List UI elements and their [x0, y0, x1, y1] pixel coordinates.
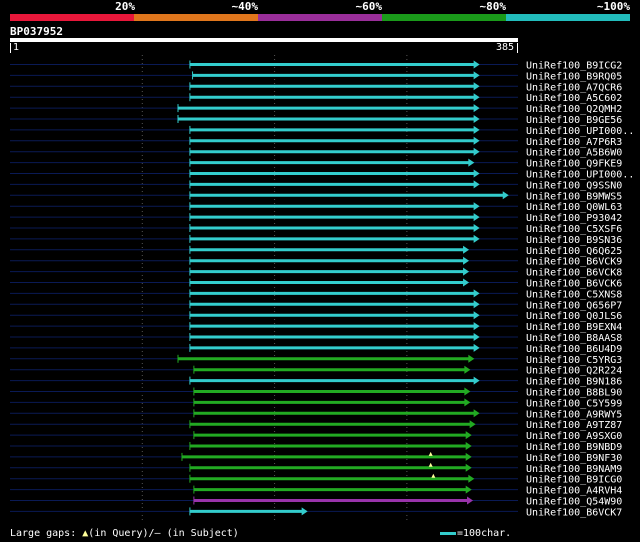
- hit-arrowhead: [468, 354, 475, 363]
- hit-label: UniRef100_B9SN36: [526, 235, 622, 246]
- hit-label: UniRef100_Q2R224: [526, 366, 622, 377]
- scale-label: =100char.: [457, 528, 512, 539]
- hit-label: UniRef100_B6VCK6: [526, 279, 622, 290]
- hit-arrowhead: [463, 245, 470, 254]
- scale-note: =100char.: [440, 528, 511, 540]
- hit-label: UniRef100_B6U4D9: [526, 344, 622, 355]
- hit-arrowhead: [465, 452, 472, 461]
- hit-arrowhead: [465, 431, 472, 440]
- hit-label: UniRef100_B9ICG2: [526, 61, 622, 72]
- hit-arrowhead: [464, 365, 471, 374]
- hit-label: UniRef100_P93042: [526, 213, 622, 224]
- hit-label: UniRef100_B8BL90: [526, 388, 622, 399]
- hit-arrowhead: [473, 333, 480, 341]
- hit-label: UniRef100_Q6Q625: [526, 246, 622, 257]
- hit-arrowhead: [473, 147, 480, 156]
- hit-arrowhead: [463, 267, 470, 276]
- hit-label: UniRef100_Q9SSN0: [526, 180, 622, 191]
- hit-label: UniRef100_C5XNS8: [526, 289, 622, 300]
- in-subject-label: (in Subject): [160, 528, 239, 539]
- hit-arrowhead: [473, 224, 480, 232]
- hit-label: UniRef100_B9NAM9: [526, 464, 622, 475]
- hit-label: UniRef100_B9RQ05: [526, 71, 622, 82]
- hit-arrowhead: [473, 71, 480, 80]
- hit-label: UniRef100_B6VCK8: [526, 268, 622, 279]
- alignment-chart: UniRef100_B9ICG2UniRef100_B9RQ05UniRef10…: [10, 55, 634, 522]
- hit-arrowhead: [473, 136, 480, 145]
- hit-label: UniRef100_A9RWY5: [526, 409, 622, 420]
- hit-label: UniRef100_B9NBD9: [526, 442, 622, 453]
- hit-arrowhead: [473, 60, 480, 69]
- hit-label: UniRef100_C5XSF6: [526, 224, 622, 235]
- gap-marker-icon: [431, 473, 436, 478]
- hit-label: UniRef100_A5B6W0: [526, 148, 622, 159]
- hit-arrowhead: [468, 158, 475, 167]
- hit-arrowhead: [463, 278, 470, 287]
- hit-arrowhead: [463, 256, 470, 265]
- hit-label: UniRef100_A5C602: [526, 93, 622, 104]
- hit-label: UniRef100_Q656P7: [526, 300, 622, 311]
- hit-label: UniRef100_A9SXG0: [526, 431, 622, 442]
- hit-arrowhead: [464, 398, 471, 407]
- hit-arrowhead: [473, 202, 480, 211]
- hit-arrowhead: [467, 496, 474, 505]
- hit-label: UniRef100_Q2QMH2: [526, 104, 622, 115]
- gap-marker-icon: [428, 451, 433, 456]
- hit-label: UniRef100_Q0JLS6: [526, 311, 622, 322]
- hit-label: UniRef100_A7QCR6: [526, 82, 622, 93]
- hit-arrowhead: [502, 191, 509, 200]
- scale-bar-icon: [440, 531, 456, 535]
- hit-arrowhead: [473, 82, 480, 91]
- hit-arrowhead: [473, 376, 480, 385]
- gap-marker-icon: [428, 462, 433, 467]
- hit-arrowhead: [473, 409, 480, 418]
- hit-label: UniRef100_B6VCK7: [526, 507, 622, 518]
- hit-arrowhead: [473, 93, 480, 102]
- hit-label: UniRef100_B6VCK9: [526, 257, 622, 268]
- footer-legend: Large gaps: ▲(in Query)/— (in Subject): [10, 528, 239, 540]
- large-gaps-label: Large gaps:: [10, 528, 77, 539]
- hit-arrowhead: [473, 125, 480, 134]
- hit-label: UniRef100_A7P6R3: [526, 137, 622, 148]
- hit-label: UniRef100_B9N186: [526, 377, 622, 388]
- in-query-label: (in Query)/: [88, 528, 155, 539]
- hit-label: UniRef100_B9ICG0: [526, 475, 622, 486]
- hit-arrowhead: [473, 180, 480, 189]
- hit-label: UniRef100_A9TZ87: [526, 420, 622, 431]
- hit-label: UniRef100_B9MWS5: [526, 191, 622, 202]
- hit-label: UniRef100_B9GE56: [526, 115, 622, 126]
- hit-label: UniRef100_Q0WL63: [526, 202, 622, 213]
- hit-arrowhead: [473, 213, 480, 222]
- hit-arrowhead: [473, 343, 480, 352]
- hit-label: UniRef100_C5Y599: [526, 398, 622, 409]
- hit-label: UniRef100_UPI000..: [526, 170, 634, 181]
- hit-label: UniRef100_B9NF30: [526, 453, 622, 464]
- hit-label: UniRef100_A4RVH4: [526, 486, 622, 497]
- hit-arrowhead: [473, 322, 480, 331]
- hit-label: UniRef100_Q54W90: [526, 497, 622, 508]
- hit-arrowhead: [464, 387, 471, 396]
- hit-label: UniRef100_B9EXN4: [526, 322, 622, 333]
- hit-arrowhead: [473, 104, 480, 113]
- hit-arrowhead: [465, 485, 472, 494]
- hit-arrowhead: [473, 289, 480, 298]
- hit-label: UniRef100_B8AAS8: [526, 333, 622, 344]
- hit-arrowhead: [473, 234, 480, 243]
- hit-arrowhead: [473, 115, 480, 123]
- hit-label: UniRef100_Q9FKE9: [526, 159, 622, 170]
- hit-arrowhead: [468, 474, 475, 483]
- hit-arrowhead: [473, 300, 480, 309]
- hit-arrowhead: [465, 463, 472, 472]
- hit-arrowhead: [301, 507, 308, 516]
- hit-label: UniRef100_UPI000..: [526, 126, 634, 137]
- hit-label: UniRef100_C5YRG3: [526, 355, 622, 366]
- hit-arrowhead: [473, 169, 480, 178]
- hit-arrowhead: [473, 311, 480, 320]
- hit-arrowhead: [469, 420, 476, 429]
- hit-arrowhead: [465, 442, 472, 450]
